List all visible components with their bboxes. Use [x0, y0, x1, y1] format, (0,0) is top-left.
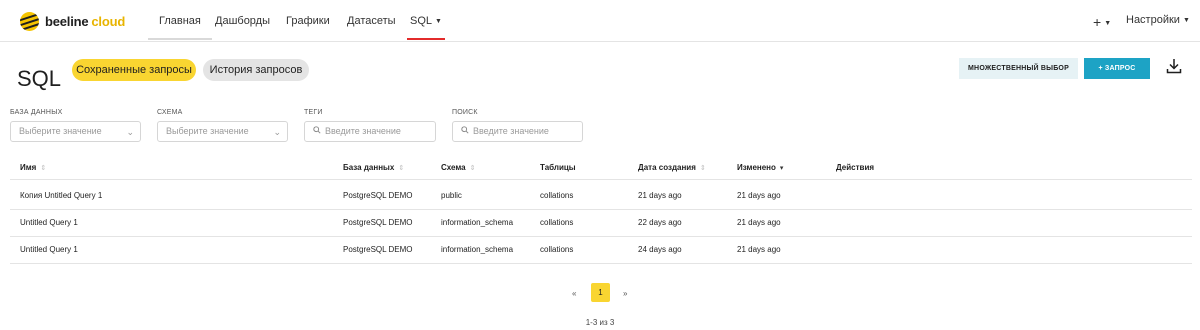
tab-saved-queries[interactable]: Сохраненные запросы — [72, 59, 196, 81]
chevron-down-icon: ⌄ — [126, 127, 134, 137]
filter-tags-label: ТЕГИ — [304, 109, 323, 116]
sort-icon: ⇕ — [40, 165, 47, 172]
nav-item-sql[interactable]: SQL ▼ — [407, 15, 445, 40]
table-cell-name[interactable]: Untitled Query 1 — [20, 218, 78, 227]
table-row-divider — [10, 209, 1192, 210]
add-query-button[interactable]: + ЗАПРОС — [1084, 58, 1150, 79]
add-menu-label: + — [1093, 14, 1102, 30]
logo-text-part2: cloud — [91, 14, 126, 29]
table-cell-name[interactable]: Копия Untitled Query 1 — [20, 191, 102, 200]
caret-down-icon: ▼ — [1104, 20, 1112, 27]
table-cell-modified: 21 days ago — [737, 218, 781, 227]
pagination-next-button[interactable]: » — [623, 289, 627, 298]
table-header-divider — [10, 179, 1192, 180]
table-cell-schema: public — [441, 191, 462, 200]
sort-icon: ⇕ — [699, 165, 706, 172]
tags-input-placeholder: Введите значение — [325, 126, 401, 136]
search-icon — [313, 126, 321, 134]
column-header-tables: Таблицы — [540, 163, 576, 172]
multi-select-button[interactable]: МНОЖЕСТВЕННЫЙ ВЫБОР — [959, 58, 1078, 79]
table-cell-created: 22 days ago — [638, 218, 682, 227]
pagination-info: 1-3 из 3 — [585, 318, 615, 327]
search-input-placeholder: Введите значение — [473, 126, 549, 136]
table-cell-modified: 21 days ago — [737, 245, 781, 254]
top-navbar: beeline cloud Главная Дашборды Графики Да… — [0, 0, 1200, 42]
search-input[interactable]: Введите значение — [452, 121, 583, 142]
chevron-down-icon: ⌄ — [273, 127, 281, 137]
column-header-modified[interactable]: Изменено ▾ — [737, 163, 783, 172]
column-header-name-label: Имя — [20, 163, 37, 172]
table-cell-database: PostgreSQL DEMO — [343, 245, 413, 254]
table-row-divider — [10, 263, 1192, 264]
table-cell-tables: collations — [540, 191, 574, 200]
column-header-actions: Действия — [836, 163, 875, 172]
table-cell-created: 21 days ago — [638, 191, 682, 200]
table-cell-modified: 21 days ago — [737, 191, 781, 200]
sort-icon: ⇕ — [469, 165, 476, 172]
nav-item-charts[interactable]: Графики — [286, 15, 330, 27]
schema-select[interactable]: Выберите значение ⌄ — [157, 121, 288, 142]
logo-text-part1: beeline — [45, 14, 89, 29]
beeline-cloud-logo[interactable]: beeline cloud — [20, 12, 125, 31]
table-cell-tables: collations — [540, 218, 574, 227]
table-cell-schema: information_schema — [441, 218, 514, 227]
nav-item-dashboards[interactable]: Дашборды — [215, 15, 270, 27]
filter-schema-label: СХЕМА — [157, 109, 183, 116]
table-cell-tables: collations — [540, 245, 574, 254]
table-cell-database: PostgreSQL DEMO — [343, 218, 413, 227]
column-header-database-label: База данных — [343, 163, 395, 172]
column-header-created[interactable]: Дата создания ⇕ — [638, 163, 706, 172]
column-header-name[interactable]: Имя ⇕ — [20, 163, 46, 172]
sort-desc-icon: ▾ — [779, 165, 784, 172]
database-select[interactable]: Выберите значение ⌄ — [10, 121, 141, 142]
table-cell-schema: information_schema — [441, 245, 514, 254]
nav-item-home[interactable]: Главная — [148, 15, 212, 40]
table-row-divider — [10, 236, 1192, 237]
pagination-page-1[interactable]: 1 — [591, 283, 610, 302]
sort-icon: ⇕ — [398, 165, 405, 172]
tags-input[interactable]: Введите значение — [304, 121, 436, 142]
table-cell-name[interactable]: Untitled Query 1 — [20, 245, 78, 254]
download-icon[interactable] — [1166, 58, 1182, 74]
page-title: SQL — [17, 66, 62, 91]
filter-database-label: БАЗА ДАННЫХ — [10, 109, 63, 116]
search-icon — [461, 126, 469, 134]
column-header-schema[interactable]: Схема ⇕ — [441, 163, 476, 172]
nav-item-datasets[interactable]: Датасеты — [347, 15, 396, 27]
settings-menu-button[interactable]: Настройки ▼ — [1126, 14, 1190, 26]
beeline-logo-icon — [20, 12, 39, 31]
schema-select-placeholder: Выберите значение — [166, 126, 249, 136]
table-cell-database: PostgreSQL DEMO — [343, 191, 413, 200]
database-select-placeholder: Выберите значение — [19, 126, 102, 136]
column-header-created-label: Дата создания — [638, 163, 696, 172]
caret-down-icon: ▼ — [1182, 17, 1190, 24]
column-header-schema-label: Схема — [441, 163, 466, 172]
tab-query-history[interactable]: История запросов — [203, 59, 309, 81]
filter-search-label: ПОИСК — [452, 109, 478, 116]
logo-text: beeline cloud — [45, 14, 125, 29]
pagination-prev-button[interactable]: « — [572, 289, 576, 298]
add-menu-button[interactable]: + ▼ — [1093, 14, 1111, 30]
settings-label: Настройки — [1126, 14, 1180, 26]
table-cell-created: 24 days ago — [638, 245, 682, 254]
column-header-modified-label: Изменено — [737, 163, 776, 172]
nav-item-sql-label: SQL — [410, 15, 433, 27]
caret-down-icon: ▼ — [435, 18, 442, 25]
column-header-database[interactable]: База данных ⇕ — [343, 163, 404, 172]
